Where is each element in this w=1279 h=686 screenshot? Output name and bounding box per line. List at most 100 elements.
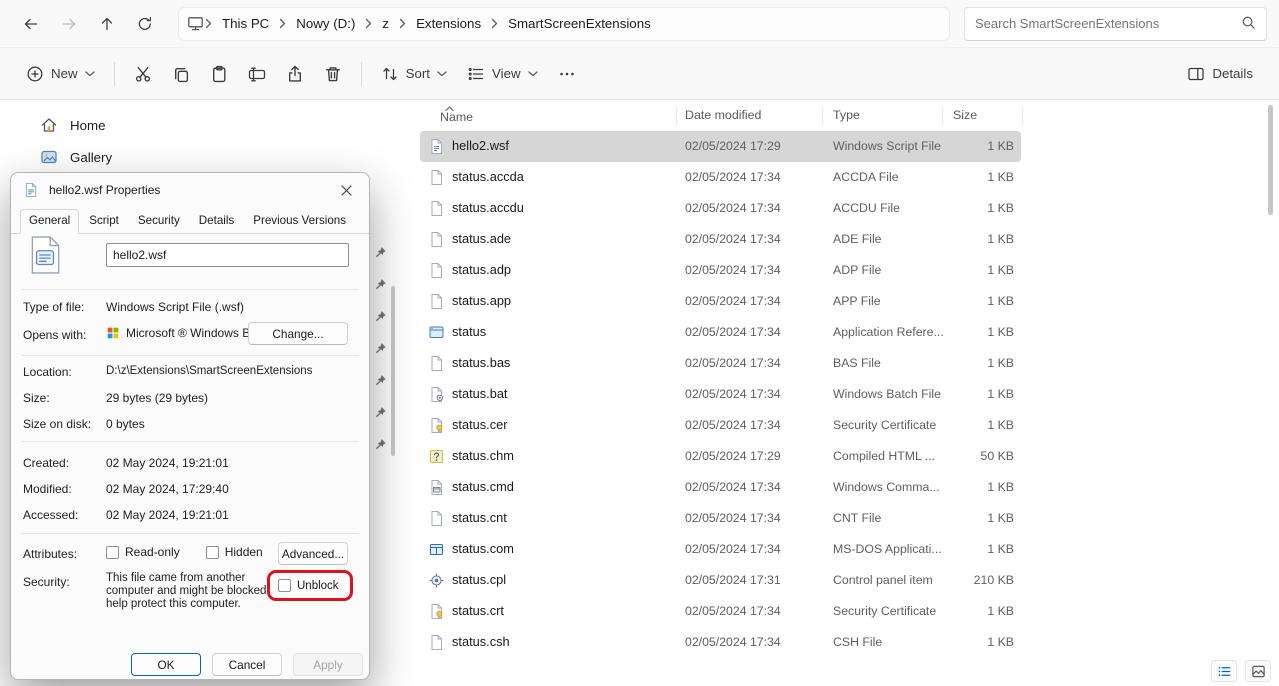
back-button[interactable] <box>12 7 50 41</box>
search-input[interactable] <box>975 16 1235 31</box>
unblock-checkbox[interactable] <box>278 579 291 592</box>
tab-general[interactable]: General <box>20 209 79 234</box>
file-date-modified: 02/05/2024 17:34 <box>685 387 781 401</box>
file-row[interactable]: status.cnt02/05/2024 17:34CNT File1 KB <box>420 503 1021 534</box>
file-date-modified: 02/05/2024 17:34 <box>685 511 781 525</box>
sidebar-item-gallery[interactable]: Gallery <box>6 141 391 173</box>
paste-button[interactable] <box>200 56 238 92</box>
rename-button[interactable] <box>238 56 276 92</box>
opens-with-row: Microsoft ® Windows B <box>106 326 250 340</box>
change-button[interactable]: Change... <box>248 322 348 345</box>
dialog-tabs: GeneralScriptSecurityDetailsPrevious Ver… <box>11 209 369 234</box>
advanced-button[interactable]: Advanced... <box>278 542 348 565</box>
file-size: 1 KB <box>936 604 1014 618</box>
column-header-type[interactable]: Type <box>833 108 860 122</box>
ok-button[interactable]: OK <box>131 653 201 676</box>
sidebar-item-label: Gallery <box>70 150 112 165</box>
large-icons-view-toggle[interactable] <box>1245 660 1271 682</box>
column-separator[interactable] <box>676 107 677 125</box>
file-icon <box>428 231 445 248</box>
file-row[interactable]: status.crt02/05/2024 17:34Security Certi… <box>420 596 1021 627</box>
column-header-date-modified[interactable]: Date modified <box>685 108 761 122</box>
file-row[interactable]: status.ade02/05/2024 17:34ADE File1 KB <box>420 224 1021 255</box>
column-separator[interactable] <box>942 107 943 125</box>
readonly-checkbox[interactable] <box>106 546 119 559</box>
file-row[interactable]: status.accda02/05/2024 17:34ACCDA File1 … <box>420 162 1021 193</box>
modified-label: Modified: <box>23 482 72 496</box>
tab-details[interactable]: Details <box>190 209 243 233</box>
file-row[interactable]: status.bas02/05/2024 17:34BAS File1 KB <box>420 348 1021 379</box>
file-row[interactable]: status02/05/2024 17:34Application Refere… <box>420 317 1021 348</box>
more-button[interactable] <box>548 56 586 92</box>
this-pc-monitor-icon <box>187 15 204 32</box>
sidebar-scrollbar[interactable] <box>391 286 395 456</box>
column-separator[interactable] <box>1022 107 1023 125</box>
breadcrumb-item[interactable]: Extensions <box>407 11 490 36</box>
view-button[interactable]: View <box>457 56 548 92</box>
dialog-titlebar[interactable]: hello2.wsf Properties <box>11 173 369 207</box>
details-label: Details <box>1212 66 1253 81</box>
file-type: MS-DOS Applicati... <box>833 542 945 556</box>
column-header-size[interactable]: Size <box>953 108 977 122</box>
breadcrumb-item[interactable]: This PC <box>213 11 278 36</box>
dialog-close-button[interactable] <box>331 178 361 202</box>
file-size: 50 KB <box>936 449 1014 463</box>
file-row[interactable]: hello2.wsf02/05/2024 17:29Windows Script… <box>420 131 1021 162</box>
sidebar-item-home[interactable]: Home <box>6 109 391 141</box>
sort-button[interactable]: Sort <box>371 56 457 92</box>
search-box[interactable] <box>964 7 1267 41</box>
tab-previous-versions[interactable]: Previous Versions <box>244 209 355 233</box>
cut-button[interactable] <box>124 56 162 92</box>
file-name: status.cer <box>452 417 676 432</box>
file-date-modified: 02/05/2024 17:31 <box>685 573 781 587</box>
hidden-checkbox[interactable] <box>206 546 219 559</box>
file-row[interactable]: status.cmd02/05/2024 17:34Windows Comma.… <box>420 472 1021 503</box>
copy-button[interactable] <box>162 56 200 92</box>
new-button[interactable]: New <box>16 56 105 92</box>
file-size: 1 KB <box>936 356 1014 370</box>
plus-circle-icon <box>26 65 44 83</box>
breadcrumb-item[interactable]: z <box>373 11 398 36</box>
address-bar[interactable]: This PC Nowy (D:) z Extensions SmartScreenEx… <box>178 7 950 41</box>
file-type-icon-large <box>27 235 63 278</box>
details-button[interactable]: Details <box>1177 56 1263 92</box>
file-row[interactable]: status.chm02/05/2024 17:29Compiled HTML … <box>420 441 1021 472</box>
command-toolbar: New Sort View Details <box>0 48 1279 100</box>
file-size: 1 KB <box>936 635 1014 649</box>
vertical-scrollbar[interactable] <box>1268 105 1273 215</box>
file-row[interactable]: status.com02/05/2024 17:34MS-DOS Applica… <box>420 534 1021 565</box>
file-row[interactable]: status.accdu02/05/2024 17:34ACCDU File1 … <box>420 193 1021 224</box>
file-row[interactable]: status.csh02/05/2024 17:34CSH File1 KB <box>420 627 1021 658</box>
file-type: Windows Script File <box>833 139 945 153</box>
pin-icon <box>374 438 388 470</box>
delete-button[interactable] <box>314 56 352 92</box>
column-separator[interactable] <box>822 107 823 125</box>
file-row[interactable]: status.cpl02/05/2024 17:31Control panel … <box>420 565 1021 596</box>
pin-icon <box>374 406 388 438</box>
file-row[interactable]: status.app02/05/2024 17:34APP File1 KB <box>420 286 1021 317</box>
cancel-button[interactable]: Cancel <box>212 653 282 676</box>
security-text: This file came from another computer and… <box>106 572 273 611</box>
file-date-modified: 02/05/2024 17:34 <box>685 201 781 215</box>
breadcrumb-item[interactable]: SmartScreenExtensions <box>499 11 660 36</box>
column-header-name[interactable]: Name <box>440 110 473 124</box>
tab-script[interactable]: Script <box>80 209 128 233</box>
toolbar-separator <box>361 62 362 86</box>
file-name: status.ade <box>452 231 676 246</box>
sort-label: Sort <box>406 66 430 81</box>
refresh-button[interactable] <box>126 7 164 41</box>
file-row[interactable]: status.adp02/05/2024 17:34ADP File1 KB <box>420 255 1021 286</box>
file-type: CSH File <box>833 635 945 649</box>
gallery-icon <box>40 148 58 166</box>
file-date-modified: 02/05/2024 17:34 <box>685 604 781 618</box>
breadcrumb-item[interactable]: Nowy (D:) <box>287 11 364 36</box>
file-row[interactable]: status.bat02/05/2024 17:34Windows Batch … <box>420 379 1021 410</box>
file-row[interactable]: status.cer02/05/2024 17:34Security Certi… <box>420 410 1021 441</box>
up-button[interactable] <box>88 7 126 41</box>
filename-input[interactable] <box>106 243 349 267</box>
file-date-modified: 02/05/2024 17:34 <box>685 635 781 649</box>
file-date-modified: 02/05/2024 17:34 <box>685 542 781 556</box>
tab-security[interactable]: Security <box>129 209 189 233</box>
details-view-toggle[interactable] <box>1211 660 1237 682</box>
share-button[interactable] <box>276 56 314 92</box>
